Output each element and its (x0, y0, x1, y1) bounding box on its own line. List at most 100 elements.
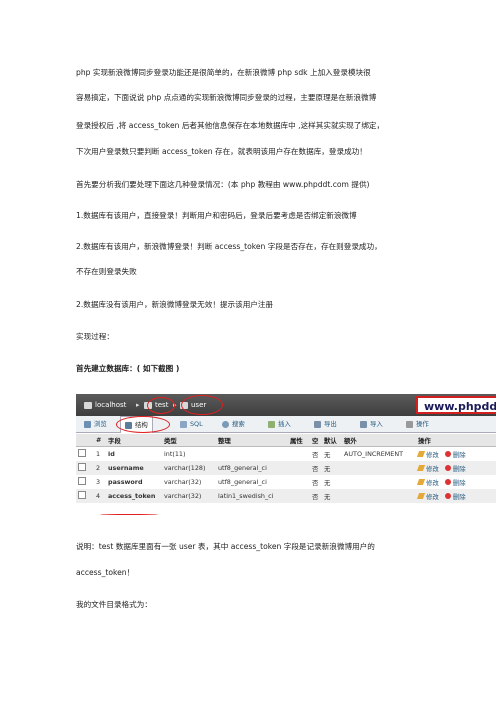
paragraph-create-db: 首先建立数据库：( 如下截图 ) (76, 364, 180, 373)
delete-link[interactable]: 删除 (453, 479, 466, 487)
field-name: id (106, 446, 162, 461)
field-type: varchar(32) (162, 489, 216, 503)
paragraph-intro-line-2: 容易搞定，下面说说 php 点点通的实现新浪微博同步登录的过程，主要原理是在新浪… (76, 93, 377, 102)
tab-sql[interactable]: SQL (180, 416, 203, 432)
field-name: password (106, 475, 162, 489)
delete-icon (444, 464, 451, 471)
breadcrumb-server[interactable]: localhost (95, 394, 126, 416)
delete-icon (444, 450, 451, 457)
paragraph-case-2-line-1: 2.数据库有该用户，新浪微博登录！判断 access_token 字段是否存在，… (76, 242, 382, 251)
row-checkbox[interactable] (78, 477, 86, 485)
phpmyadmin-screenshot: localhost ▸ test ▸ user www.phpddt.com 浏… (76, 394, 496, 522)
highlight-circle-structure (116, 416, 170, 433)
header-attributes: 属性 (288, 434, 310, 447)
header-collation: 整理 (216, 434, 288, 447)
field-collation: latin1_swedish_ci (216, 489, 288, 503)
delete-link[interactable]: 删除 (453, 451, 466, 459)
import-icon (360, 420, 367, 428)
field-null: 否 (310, 461, 322, 475)
field-attributes (288, 475, 310, 489)
field-extra (342, 489, 416, 503)
edit-link[interactable]: 修改 (426, 493, 439, 501)
field-null: 否 (310, 475, 322, 489)
paragraph-intro-line-1: php 实现新浪微博同步登录功能还是很简单的，在新浪微博 php sdk 上加入… (76, 68, 371, 77)
field-extra (342, 475, 416, 489)
field-type: varchar(128) (162, 461, 216, 475)
field-extra (342, 461, 416, 475)
row-num: 2 (94, 461, 106, 475)
row-num: 1 (94, 446, 106, 461)
paragraph-directory: 我的文件目录格式为： (76, 600, 152, 609)
table-row: 2 username varchar(128) utf8_general_ci … (76, 461, 496, 475)
field-default: 无 (322, 461, 342, 475)
tab-export[interactable]: 导出 (314, 416, 337, 432)
field-attributes (288, 446, 310, 461)
edit-link[interactable]: 修改 (426, 451, 439, 459)
table-header-row: # 字段 类型 整理 属性 空 默认 额外 操作 (76, 434, 496, 447)
tab-operations[interactable]: 操作 (406, 416, 429, 432)
tab-browse[interactable]: 浏览 (84, 416, 107, 432)
paragraph-explanation-line-2: access_token！ (76, 568, 135, 577)
paragraph-intro-line-3: 登录授权后 ,将 access_token 后者其他信息保存在本地数据库中 ,这… (76, 121, 385, 130)
search-icon (222, 420, 229, 428)
header-actions: 操作 (416, 434, 496, 447)
structure-table: # 字段 类型 整理 属性 空 默认 额外 操作 1 id int(11) 否 … (76, 434, 496, 503)
field-attributes (288, 489, 310, 503)
tab-search-label: 搜索 (232, 420, 245, 428)
pencil-icon (416, 478, 426, 485)
header-type: 类型 (162, 434, 216, 447)
edit-link[interactable]: 修改 (426, 465, 439, 473)
tab-import[interactable]: 导入 (360, 416, 383, 432)
table-row: 4 access_token varchar(32) latin1_swedis… (76, 489, 496, 503)
tab-insert[interactable]: 插入 (268, 416, 291, 432)
tab-import-label: 导入 (370, 420, 383, 428)
field-collation (216, 446, 288, 461)
pencil-icon (416, 450, 426, 457)
document-page: php 实现新浪微博同步登录功能还是很简单的，在新浪微博 php sdk 上加入… (0, 0, 496, 702)
field-null: 否 (310, 489, 322, 503)
table-row: 3 password varchar(32) utf8_general_ci 否… (76, 475, 496, 489)
field-collation: utf8_general_ci (216, 461, 288, 475)
export-icon (314, 420, 321, 428)
row-checkbox[interactable] (78, 463, 86, 471)
watermark-label: www.phpddt.com (416, 396, 496, 414)
edit-link[interactable]: 修改 (426, 479, 439, 487)
breadcrumb-separator-1: ▸ (136, 401, 140, 409)
tab-search[interactable]: 搜索 (222, 416, 245, 432)
paragraph-case-2-line-2: 不存在则登录失败 (76, 267, 137, 276)
delete-icon (444, 478, 451, 485)
paragraph-case-1: 1.数据库有该用户，直接登录！判断用户和密码后，登录后要考虑是否绑定新浪微博 (76, 211, 357, 220)
paragraph-cases-intro: 首先要分析我们要处理下面这几种登录情况：(本 php 教程由 www.phpdd… (76, 180, 370, 189)
field-attributes (288, 461, 310, 475)
field-default: 无 (322, 489, 342, 503)
pencil-icon (416, 492, 426, 499)
tab-export-label: 导出 (324, 420, 337, 428)
field-collation: utf8_general_ci (216, 475, 288, 489)
header-default: 默认 (322, 434, 342, 447)
field-type: int(11) (162, 446, 216, 461)
highlight-circle-test (147, 397, 175, 414)
header-checkbox-col (76, 434, 94, 447)
row-checkbox[interactable] (78, 491, 86, 499)
header-extra: 额外 (342, 434, 416, 447)
field-default: 无 (322, 475, 342, 489)
server-icon (84, 401, 92, 409)
tab-bar: 浏览 结构 SQL 搜索 插入 导出 导入 操作 (76, 416, 496, 433)
delete-link[interactable]: 删除 (453, 493, 466, 501)
field-name: username (106, 461, 162, 475)
header-num: # (94, 434, 106, 447)
field-null: 否 (310, 446, 322, 461)
insert-icon (268, 420, 275, 428)
paragraph-explanation-line-1: 说明：test 数据库里面有一张 user 表，其中 access_token … (76, 542, 375, 551)
row-checkbox[interactable] (78, 449, 86, 457)
delete-link[interactable]: 删除 (453, 465, 466, 473)
tab-browse-label: 浏览 (94, 420, 107, 428)
pencil-icon (416, 464, 426, 471)
field-default: 无 (322, 446, 342, 461)
wrench-icon (406, 420, 413, 428)
row-num: 3 (94, 475, 106, 489)
header-field[interactable]: 字段 (106, 434, 162, 447)
sql-icon (180, 420, 187, 428)
delete-icon (444, 492, 451, 499)
paragraph-process-heading: 实现过程： (76, 332, 114, 341)
